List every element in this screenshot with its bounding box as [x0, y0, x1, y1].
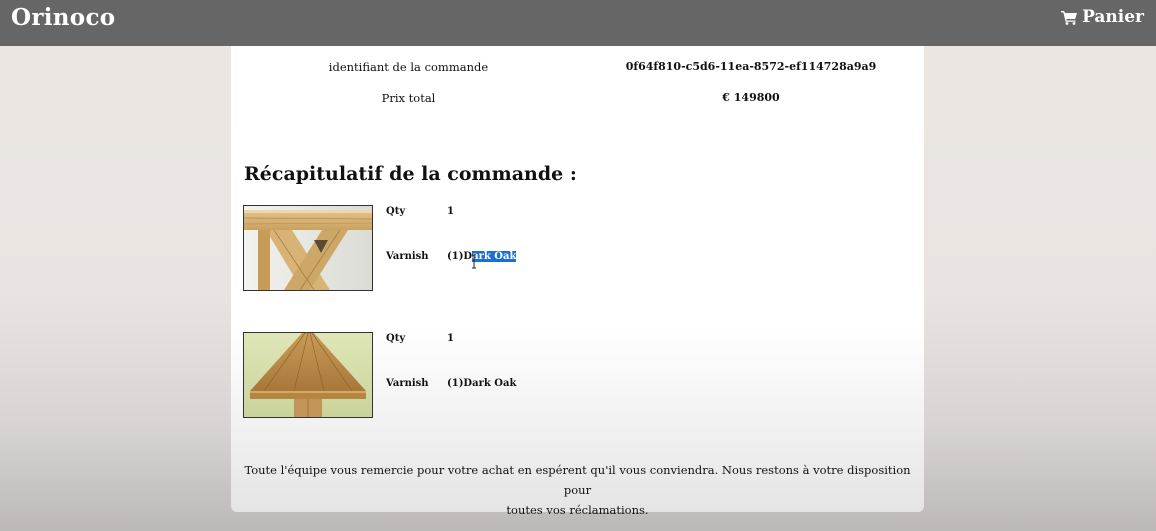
wooden-table-top-photo [243, 332, 373, 418]
thank-you-line-1: Toute l'équipe vous remercie pour votre … [244, 463, 911, 497]
order-id-value: 0f64f810-c5d6-11ea-8572-ef114728a9a9 [625, 60, 877, 73]
varnish-label: Varnish [386, 251, 429, 262]
text-cursor-icon [472, 254, 476, 269]
varnish-value-unselected: (1)D [447, 251, 473, 262]
shopping-cart-icon [1061, 10, 1078, 25]
thank-you-line-2: toutes vos réclamations. [506, 503, 649, 517]
wooden-table-leg-photo [243, 205, 373, 291]
order-summary-title: Récapitulatif de la commande : [244, 163, 577, 185]
thank-you-message: Toute l'équipe vous remercie pour votre … [231, 460, 924, 520]
selected-text-highlight: ark Oak [472, 251, 517, 262]
brand-logo-link[interactable]: Orinoco [11, 4, 115, 31]
qty-label: Qty [386, 206, 406, 217]
total-price-value: € 149800 [722, 91, 780, 104]
varnish-value: (1)Dark Oak [447, 251, 517, 262]
navbar: Orinoco Panier [0, 0, 1156, 46]
cart-link[interactable]: Panier [1061, 7, 1144, 27]
varnish-value: (1)Dark Oak [447, 378, 517, 389]
qty-value: 1 [447, 206, 454, 217]
order-item: Qty 1 Varnish (1)Dark Oak [243, 332, 843, 422]
total-price-label: Prix total [381, 91, 436, 105]
varnish-label: Varnish [386, 378, 429, 389]
order-id-label: identifiant de la commande [328, 60, 489, 74]
qty-label: Qty [386, 333, 406, 344]
order-confirmation-card: identifiant de la commande 0f64f810-c5d6… [231, 46, 924, 517]
qty-value: 1 [447, 333, 454, 344]
cart-label: Panier [1082, 7, 1144, 27]
order-item: Qty 1 Varnish (1)Dark Oak [243, 205, 843, 295]
